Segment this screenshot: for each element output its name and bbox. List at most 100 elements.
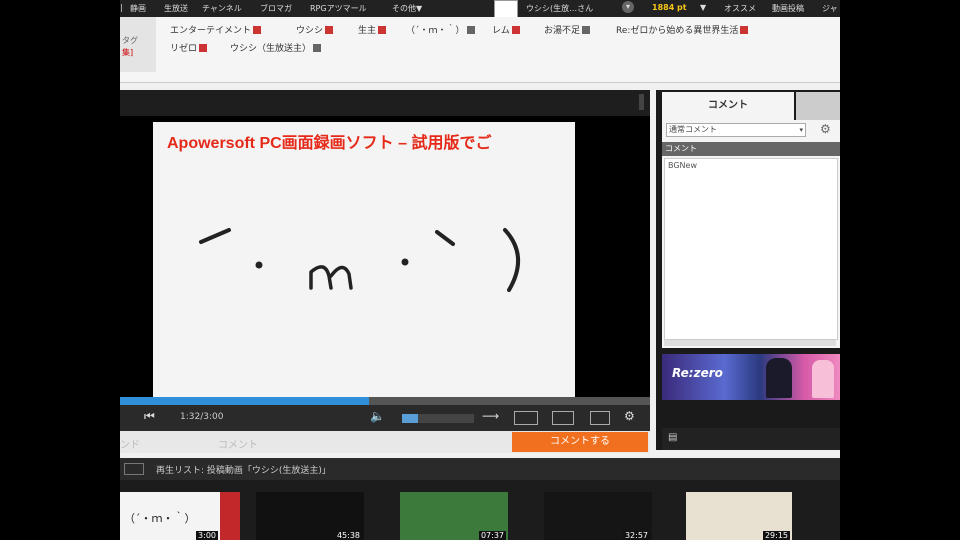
comment-panel: 通常コメント ▾ ⚙ コメント BGNew [662, 120, 840, 348]
tag-item[interactable]: お湯不足 [544, 23, 591, 36]
tab-other[interactable] [796, 92, 840, 120]
tag-label[interactable]: Re:ゼロから始める異世界生活 [616, 26, 738, 36]
tag-label[interactable]: リゼロ [170, 44, 197, 54]
nav-item-blomaga[interactable]: ブロマガ [260, 3, 292, 14]
playlist-thumbnail[interactable]: 45:38 [256, 492, 364, 540]
points-dropdown-icon[interactable]: ▼ [700, 3, 706, 12]
ad-character [812, 360, 834, 398]
volume-icon[interactable]: 🔈 [370, 409, 385, 423]
tag-item[interactable]: ウシシ [296, 23, 334, 36]
comment-type-value: 通常コメント [669, 125, 717, 134]
tag-label[interactable]: エンターテイメント [170, 26, 251, 36]
list-item[interactable]: BGNew [668, 161, 697, 170]
prev-icon[interactable]: ⏮ [144, 409, 155, 424]
seek-bar[interactable] [120, 397, 650, 405]
tag-item[interactable]: リゼロ [170, 41, 208, 54]
print-icon[interactable]: ▤ [668, 432, 677, 443]
nav-item-genre[interactable]: ジャ [822, 3, 838, 14]
playlist-bar: 再生リスト: 投稿動画「ウシシ(生放送主)」 （´・ｍ・｀） 3:00 45:3… [120, 458, 840, 540]
chevron-down-icon: ▾ [799, 126, 803, 134]
player-controls: ⏮ 1:32/3:00 🔈 ⟶ ⚙ [120, 405, 650, 431]
drawn-emoticon [199, 228, 521, 292]
tag-item[interactable]: （´・ｍ・｀） [406, 23, 475, 36]
tag-area: タグ 集] エンターテイメント ウシシ 生主 （´・ｍ・｀） レム お湯不足 R… [120, 17, 840, 83]
duration-badge: 45:38 [334, 531, 362, 540]
ad-character [766, 358, 792, 398]
nav-item-seiga[interactable]: 静画 [130, 3, 146, 14]
comment-type-select[interactable]: 通常コメント ▾ [666, 123, 806, 137]
side-panel: コメント 通常コメント ▾ ⚙ コメント BGNew Re:zero ▤ [656, 90, 840, 450]
comment-list[interactable]: BGNew [664, 158, 838, 340]
tag-item[interactable]: Re:ゼロから始める異世界生活 [616, 23, 749, 36]
time-display: 1:32/3:00 [180, 412, 224, 422]
screen-size-icon[interactable] [552, 411, 574, 425]
tag-item[interactable]: 生主 [358, 23, 387, 36]
nav-item-more[interactable]: その他▼ [392, 3, 422, 14]
dictionary-icon[interactable] [466, 26, 475, 34]
tag-label[interactable]: ウシシ [296, 26, 323, 36]
tag-item[interactable]: エンターテイメント [170, 23, 262, 36]
top-navigation-bar: | 静画 生放送 チャンネル ブロマガ RPGアツマール その他▼ ウシシ(生放… [120, 0, 840, 18]
panel-footer: ▤ [662, 428, 840, 450]
comment-submit-button[interactable]: コメントする [512, 432, 648, 452]
comment-command-fragment[interactable]: ンド [120, 436, 140, 451]
resize-handle[interactable] [639, 94, 644, 110]
comment-toggle-icon[interactable] [514, 411, 538, 425]
dictionary-icon[interactable] [740, 26, 749, 34]
playlist-toggle-icon[interactable] [124, 463, 144, 475]
dictionary-icon[interactable] [582, 26, 591, 34]
nav-item-recommend[interactable]: オススメ [724, 3, 756, 14]
tag-label[interactable]: レム [492, 26, 510, 36]
horizontal-scrollbar[interactable] [664, 340, 836, 346]
tag-edit-sub: 集] [122, 48, 134, 57]
tag-label[interactable]: 生主 [358, 26, 376, 36]
tag-edit-label: タグ [122, 36, 138, 45]
duration-badge: 32:57 [622, 531, 650, 540]
playlist-thumbnail[interactable]: （´・ｍ・｀） 3:00 [120, 492, 240, 540]
playlist-header: 再生リスト: 投稿動画「ウシシ(生放送主)」 [120, 458, 840, 480]
duration-badge: 07:37 [478, 531, 506, 540]
playlist-thumbnail[interactable]: 29:15 [686, 492, 792, 540]
tag-item[interactable]: レム [492, 23, 520, 36]
duration-badge: 29:15 [762, 531, 790, 540]
volume-slider[interactable] [402, 414, 474, 423]
dictionary-icon[interactable] [199, 44, 208, 52]
playlist-title: 再生リスト: 投稿動画「ウシシ(生放送主)」 [156, 466, 331, 476]
ad-logo: Re:zero [672, 366, 723, 380]
user-greeting[interactable]: ウシシ(生放…さん [526, 3, 593, 14]
comment-list-header: コメント [662, 142, 840, 156]
volume-level [402, 414, 418, 423]
panel-gear-icon[interactable]: ⚙ [820, 122, 831, 136]
comment-input[interactable]: コメント [218, 436, 258, 451]
tag-label[interactable]: （´・ｍ・｀） [406, 26, 465, 36]
dictionary-icon[interactable] [511, 26, 520, 34]
loop-icon[interactable]: ⟶ [482, 409, 499, 423]
tag-item[interactable]: ウシシ（生放送主） [230, 41, 322, 54]
nav-item-rpg[interactable]: RPGアツマール [310, 3, 367, 14]
tag-edit-box[interactable]: タグ 集] [120, 17, 156, 72]
dictionary-icon[interactable] [253, 26, 262, 34]
user-menu-icon[interactable]: ▾ [622, 1, 634, 13]
tab-comments[interactable]: コメント [662, 92, 794, 120]
niconico-watch-page: | 静画 生放送 チャンネル ブロマガ RPGアツマール その他▼ ウシシ(生放… [120, 0, 840, 540]
nav-item-live[interactable]: 生放送 [164, 3, 188, 14]
fullscreen-icon[interactable] [590, 411, 610, 425]
comment-input-row: ンド コメント コメントする [120, 431, 650, 453]
thumbnail-caption: （´・ｍ・｀） [124, 512, 196, 525]
video-player[interactable]: Apowersoft PC画面録画ソフト – 試用版でご [120, 116, 650, 402]
dictionary-icon[interactable] [378, 26, 387, 34]
playlist-thumbnail[interactable]: 32:57 [544, 492, 652, 540]
duration-badge: 3:00 [196, 531, 218, 540]
tag-label[interactable]: お湯不足 [544, 26, 580, 36]
playlist-thumbnail[interactable]: 07:37 [400, 492, 508, 540]
nav-item-channel[interactable]: チャンネル [202, 3, 242, 14]
dictionary-icon[interactable] [325, 26, 334, 34]
video-frame[interactable]: Apowersoft PC画面録画ソフト – 試用版でご [153, 122, 575, 398]
nav-item-upload[interactable]: 動画投稿 [772, 3, 804, 14]
tag-label[interactable]: ウシシ（生放送主） [230, 44, 311, 54]
dictionary-icon[interactable] [313, 44, 322, 52]
settings-gear-icon[interactable]: ⚙ [624, 409, 635, 423]
seek-bar-played [120, 397, 370, 405]
ad-banner[interactable]: Re:zero [662, 354, 840, 400]
user-avatar[interactable] [494, 0, 518, 18]
